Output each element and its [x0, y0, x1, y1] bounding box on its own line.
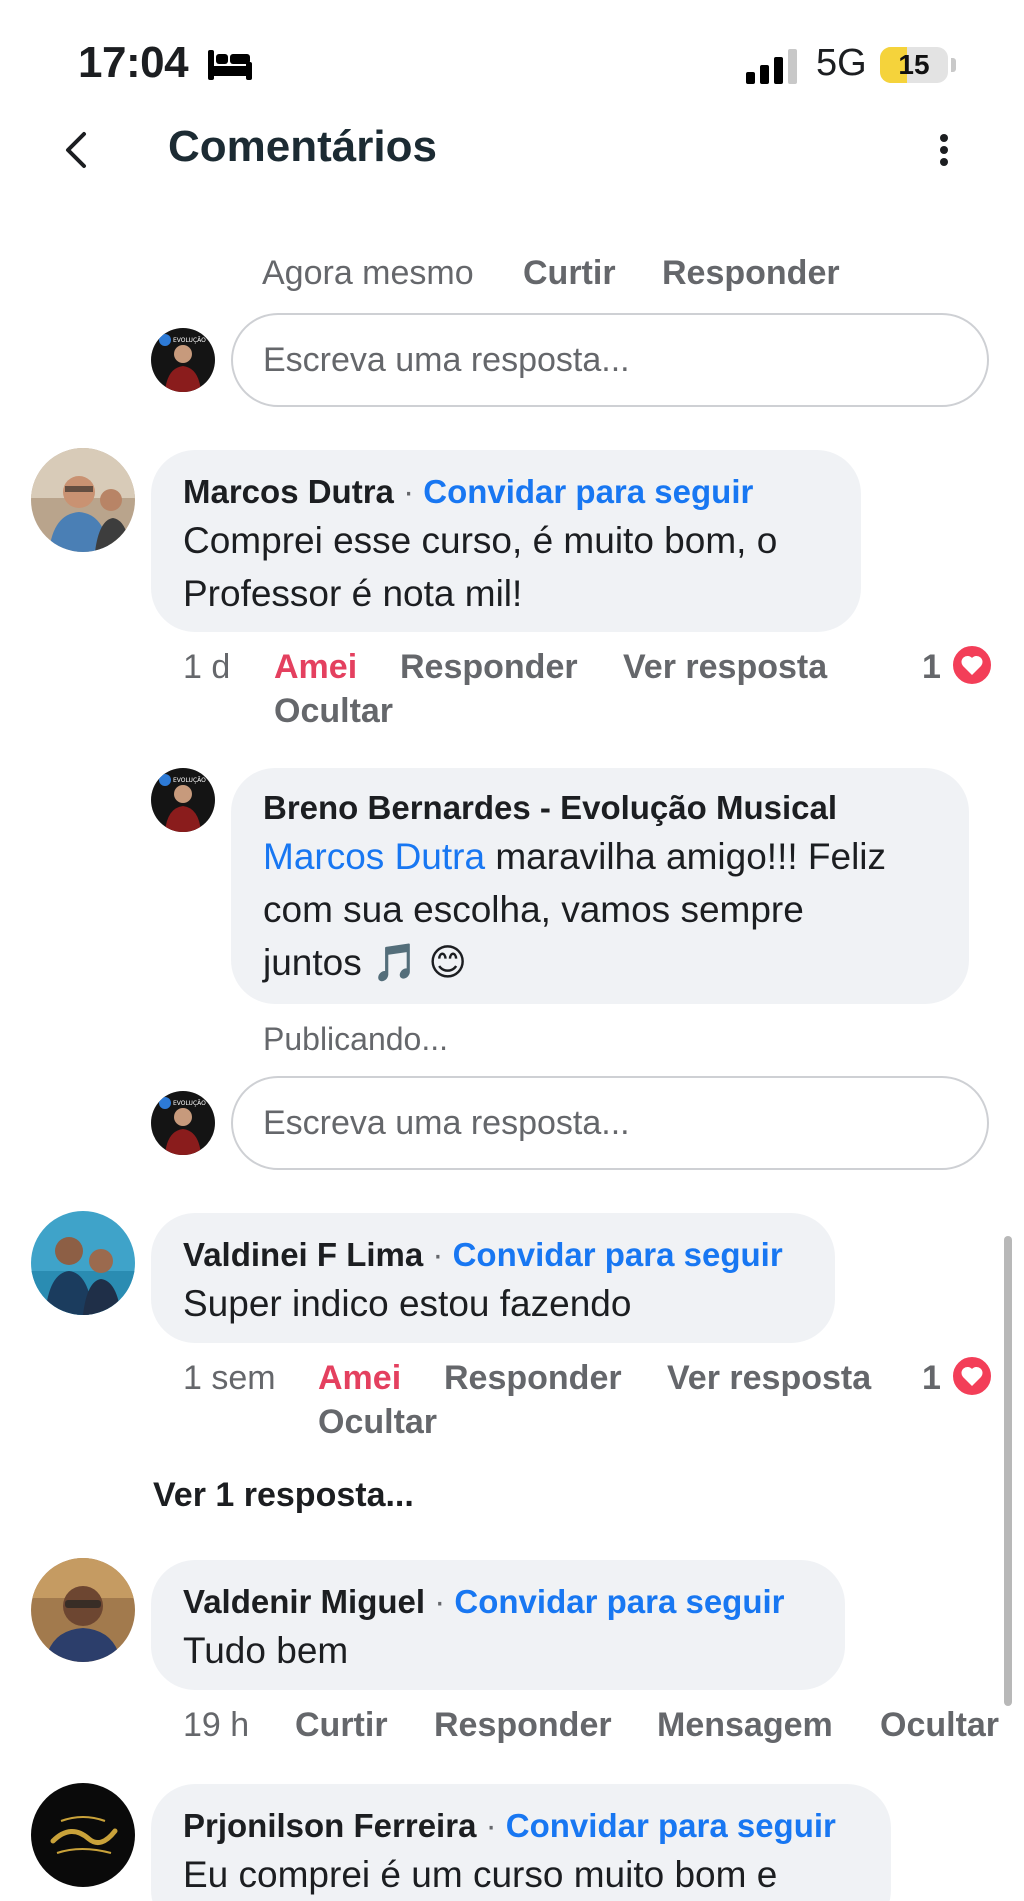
hide-button[interactable]: Ocultar: [318, 1403, 437, 1442]
love-reaction-button[interactable]: Amei: [274, 648, 357, 687]
reply-text-line: maravilha amigo!!! Feliz: [485, 836, 887, 877]
love-reaction-button[interactable]: Amei: [318, 1359, 401, 1398]
page-title: Comentários: [168, 122, 437, 171]
separator-dot: ·: [434, 1583, 446, 1620]
svg-text:EVOLUÇÃO: EVOLUÇÃO: [173, 777, 206, 784]
mention-link[interactable]: Marcos Dutra: [263, 836, 485, 877]
svg-text:EVOLUÇÃO: EVOLUÇÃO: [173, 1100, 206, 1107]
reply-input[interactable]: [231, 313, 989, 407]
reply-bubble: Breno Bernardes - Evolução Musical Marco…: [231, 768, 969, 1004]
reaction-count: 1: [922, 1359, 941, 1397]
separator-dot: ·: [432, 1236, 444, 1273]
comment-bubble: Marcos Dutra · Convidar para seguir Comp…: [151, 450, 861, 632]
avatar-page: EVOLUÇÃO: [151, 1091, 215, 1155]
comment-author[interactable]: Marcos Dutra: [183, 473, 394, 510]
avatar[interactable]: [31, 1783, 135, 1887]
hide-button[interactable]: Ocultar: [880, 1706, 999, 1745]
signal-icon: [746, 49, 797, 84]
comment-text: Eu comprei é um curso muito bom e: [183, 1854, 778, 1895]
battery-level: 15: [898, 49, 930, 80]
avatar[interactable]: [31, 1211, 135, 1315]
avatar[interactable]: [31, 448, 135, 552]
avatar-page: EVOLUÇÃO: [151, 328, 215, 392]
header: Comentários: [0, 110, 1024, 190]
avatar[interactable]: [31, 1558, 135, 1662]
more-vertical-icon[interactable]: [926, 126, 962, 174]
heart-icon[interactable]: [950, 643, 994, 687]
comment-bubble: Valdenir Miguel · Convidar para seguir T…: [151, 1560, 845, 1690]
comment-bubble: Valdinei F Lima · Convidar para seguir S…: [151, 1213, 835, 1343]
status-time: 17:04: [78, 38, 189, 87]
invite-follow-link[interactable]: Convidar para seguir: [454, 1583, 784, 1620]
reply-text-line: juntos 🎵 😊: [263, 942, 467, 983]
invite-follow-link[interactable]: Convidar para seguir: [423, 473, 753, 510]
comment-author[interactable]: Valdenir Miguel: [183, 1583, 425, 1620]
scrollbar[interactable]: [1004, 1236, 1012, 1706]
avatar-page[interactable]: EVOLUÇÃO: [151, 768, 215, 832]
invite-follow-link[interactable]: Convidar para seguir: [506, 1807, 836, 1844]
reply-button[interactable]: Responder: [400, 648, 578, 687]
like-button[interactable]: Curtir: [295, 1706, 388, 1745]
reply-button[interactable]: Responder: [434, 1706, 612, 1745]
status-bar: 17:04 5G 15: [0, 0, 1024, 120]
separator-dot: ·: [485, 1807, 497, 1844]
comment-author[interactable]: Valdinei F Lima: [183, 1236, 423, 1273]
reply-text: Marcos Dutra maravilha amigo!!! Feliz co…: [263, 830, 937, 989]
comment-time: 1 d: [183, 648, 231, 686]
publishing-status: Publicando...: [263, 1021, 449, 1057]
invite-follow-link[interactable]: Convidar para seguir: [453, 1236, 783, 1273]
view-reply-button[interactable]: Ver resposta: [667, 1359, 871, 1398]
battery-indicator: 15: [880, 47, 948, 83]
comment-time: 19 h: [183, 1706, 250, 1744]
reply-input[interactable]: [231, 1076, 989, 1170]
reply-text-line: com sua escolha, vamos sempre: [263, 889, 804, 930]
hide-button[interactable]: Ocultar: [274, 692, 393, 731]
comment-time: 1 sem: [183, 1359, 276, 1397]
comment-text: Super indico estou fazendo: [183, 1283, 632, 1324]
reaction-count: 1: [922, 648, 941, 686]
comment-text: Comprei esse curso, é muito bom, o Profe…: [183, 520, 778, 614]
bed-icon: [208, 50, 252, 80]
comment-author[interactable]: Prjonilson Ferreira: [183, 1807, 476, 1844]
heart-icon[interactable]: [950, 1354, 994, 1398]
battery-tip: [951, 58, 956, 72]
view-replies-link[interactable]: Ver 1 resposta...: [153, 1476, 414, 1515]
reply-button[interactable]: Responder: [444, 1359, 622, 1398]
reply-button[interactable]: Responder: [662, 254, 840, 293]
network-type: 5G: [816, 42, 867, 84]
comment-bubble: Prjonilson Ferreira · Convidar para segu…: [151, 1784, 891, 1901]
reply-author[interactable]: Breno Bernardes - Evolução Musical: [263, 789, 837, 826]
svg-text:EVOLUÇÃO: EVOLUÇÃO: [173, 337, 206, 344]
separator-dot: ·: [403, 473, 415, 510]
comment-time: Agora mesmo: [262, 254, 474, 292]
view-reply-button[interactable]: Ver resposta: [623, 648, 827, 687]
like-button[interactable]: Curtir: [523, 254, 616, 293]
comment-text: Tudo bem: [183, 1630, 349, 1671]
message-button[interactable]: Mensagem: [657, 1706, 833, 1745]
back-chevron-icon[interactable]: [56, 128, 100, 172]
